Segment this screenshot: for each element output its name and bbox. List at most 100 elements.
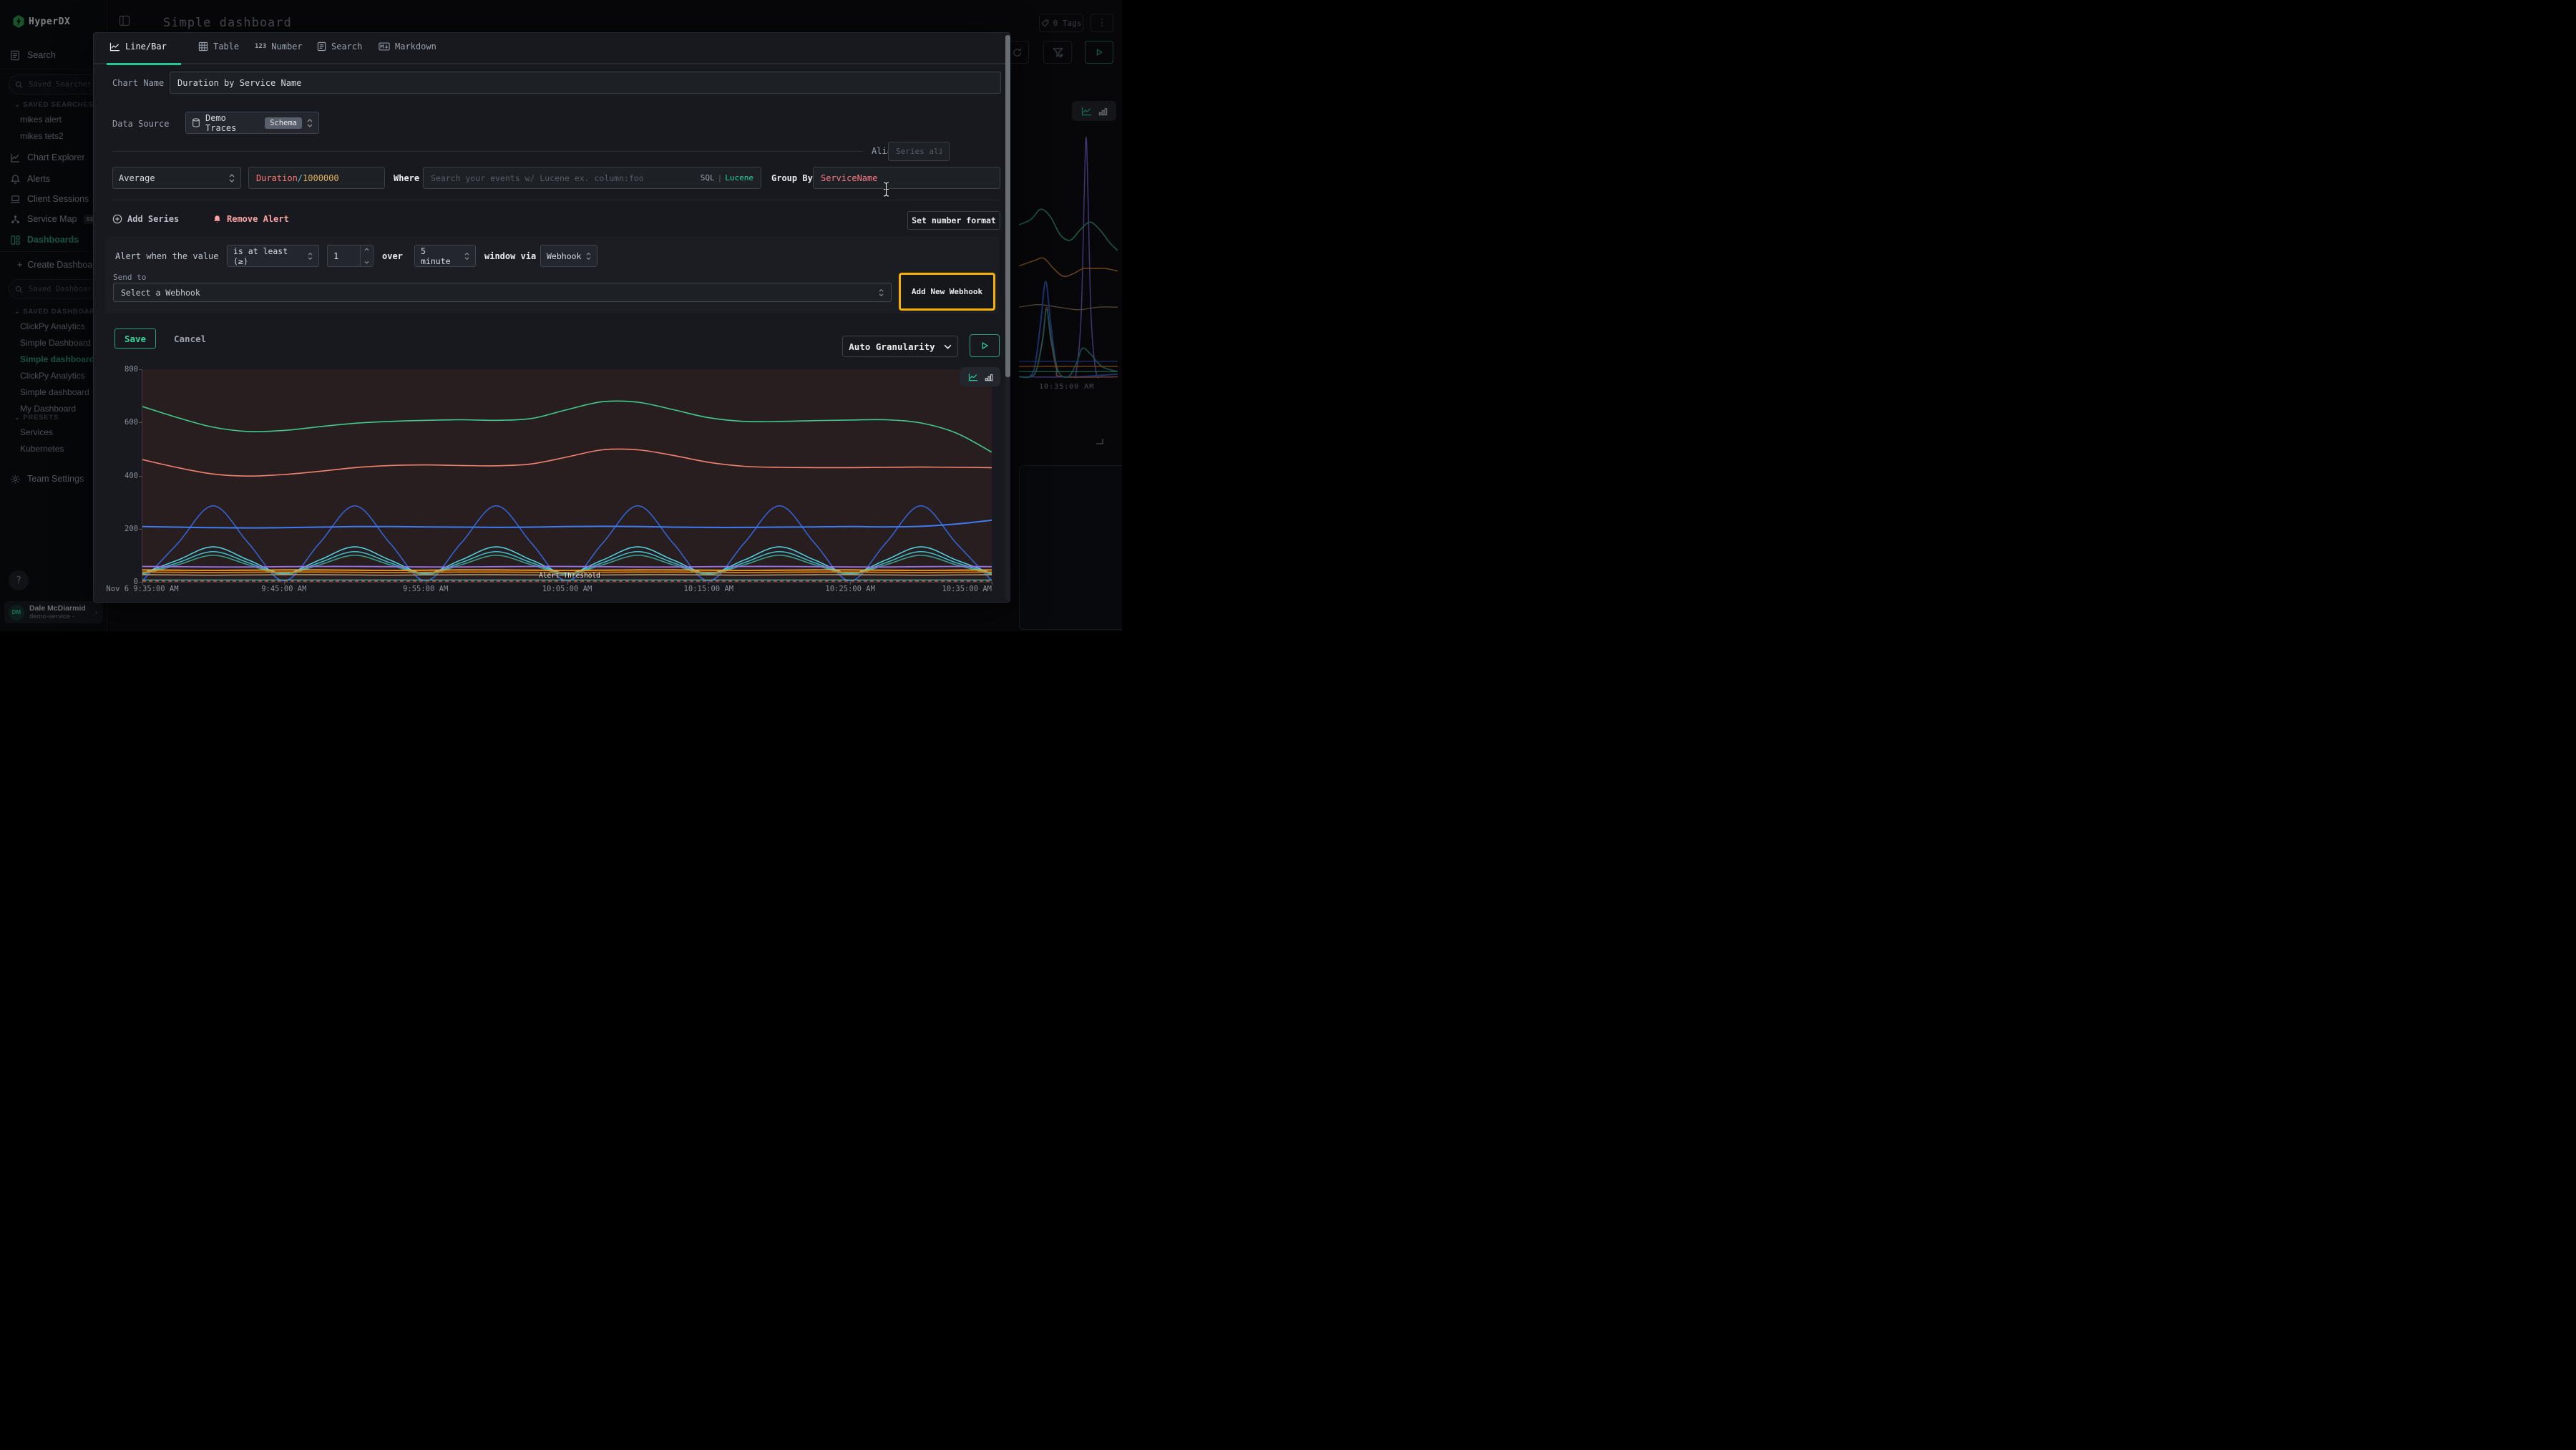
add-series-button[interactable]: Add Series (112, 214, 179, 224)
remove-alert-button[interactable]: Remove Alert (213, 214, 289, 224)
sidebar-item-service-map[interactable]: Service Map (27, 214, 77, 224)
alias-input[interactable] (888, 142, 950, 161)
granularity-select[interactable]: Auto Granularity (842, 336, 958, 357)
kebab-menu-button[interactable]: ⋮ (1091, 14, 1113, 32)
saved-dashboard-item[interactable]: ClickPy Analytics (0, 318, 107, 334)
sidebar-item-search[interactable]: Search (27, 50, 56, 60)
chevron-updown-icon (308, 252, 313, 261)
y-axis-label: 800 (112, 365, 138, 374)
help-button[interactable]: ? (9, 570, 29, 590)
webhook-select[interactable]: Select a Webhook (113, 283, 892, 302)
presets-heading[interactable]: ⌄ PRESETS (14, 414, 59, 422)
create-dashboard-button[interactable]: + Create Dashboard (17, 260, 100, 270)
chevron-updown-icon (464, 252, 469, 261)
edit-chart-modal: Line/Bar Table 123 Number Search Markdow… (93, 32, 1010, 603)
tab-markdown[interactable]: Markdown (379, 42, 436, 52)
data-source-label: Data Source (112, 119, 169, 129)
saved-dashboard-item[interactable]: ClickPy Analytics (0, 367, 107, 384)
alert-threshold-label: Alert Threshold (537, 572, 602, 580)
saved-dashboard-item[interactable]: Simple dashboard (0, 384, 107, 400)
line-chart-icon (109, 42, 120, 52)
run-query-button-bg[interactable] (1085, 41, 1113, 64)
tab-number[interactable]: 123 Number (255, 42, 303, 52)
group-by-input[interactable]: ServiceName (813, 167, 1000, 189)
chart-name-label: Chart Name (112, 78, 164, 88)
cancel-button[interactable]: Cancel (174, 334, 206, 344)
tag-icon (1041, 19, 1049, 27)
chart-series-green (142, 401, 992, 452)
bar-chart-icon[interactable] (1098, 107, 1108, 116)
tab-table[interactable]: Table (198, 42, 239, 52)
scrollbar-thumb[interactable] (1005, 35, 1010, 377)
preset-item[interactable]: Services (0, 424, 107, 440)
brand-title: HyperDX (29, 16, 70, 27)
line-chart-icon[interactable] (968, 373, 978, 381)
user-name: Dale McDiarmid (29, 605, 86, 613)
saved-searches-input[interactable] (27, 79, 92, 89)
saved-searches-searchbox[interactable] (9, 74, 99, 94)
dashboards-icon (10, 235, 21, 245)
markdown-icon (379, 42, 390, 51)
table-icon (198, 42, 208, 52)
where-search-input[interactable]: Search your events w/ Lucene ex. column:… (423, 167, 761, 189)
aggregation-select[interactable]: Average (112, 167, 241, 189)
saved-dashboard-item[interactable]: Simple Dashboard (0, 334, 107, 351)
user-menu[interactable]: DM Dale McDiarmid demo-service - › (4, 601, 103, 623)
bg-chart-type-toggle[interactable] (1072, 101, 1116, 121)
saved-search-item[interactable]: mikes alert (0, 111, 107, 127)
chevron-updown-icon (307, 118, 313, 128)
bell-icon (10, 174, 21, 185)
bg-series-tan (1019, 305, 1118, 310)
chevron-down-icon (944, 344, 952, 349)
bg-series-teal-bump (1019, 310, 1118, 377)
saved-search-item[interactable]: mikes tets2 (0, 127, 107, 144)
chart-type-toggle[interactable] (960, 367, 1000, 386)
divider (112, 151, 863, 152)
chart-series-purple (142, 566, 992, 567)
sidebar-item-alerts[interactable]: Alerts (27, 174, 50, 184)
bg-series-orange (1019, 258, 1118, 276)
plot-area[interactable] (142, 369, 992, 582)
page-title: Simple dashboard (163, 16, 292, 30)
group-by-label: Group By (771, 173, 813, 183)
bg-series-blue-bump (1019, 281, 1118, 377)
alert-threshold-input[interactable]: 1 (327, 245, 374, 267)
run-chart-button[interactable] (970, 334, 1000, 357)
query-language-toggle[interactable]: SQL|Lucene (701, 173, 753, 183)
sidebar-collapse-icon[interactable] (119, 15, 130, 26)
add-new-webhook-button[interactable]: Add New Webhook (912, 287, 982, 296)
saved-dashboards-heading[interactable]: ⌄ SAVED DASHBOARDS (14, 308, 106, 316)
bar-chart-icon[interactable] (985, 373, 993, 381)
sidebar-item-chart-explorer[interactable]: Chart Explorer (27, 152, 85, 162)
saved-dashboards-searchbox[interactable] (9, 279, 99, 299)
field-expression-input[interactable]: Duration/1000000 (248, 167, 385, 189)
sidebar-item-dashboards[interactable]: Dashboards (27, 235, 79, 245)
tab-search[interactable]: Search (317, 42, 362, 52)
data-source-select[interactable]: Demo Traces Schema (185, 112, 319, 134)
save-button[interactable]: Save (114, 329, 156, 349)
number-stepper[interactable] (360, 245, 373, 266)
chart-name-input[interactable] (170, 72, 1001, 94)
tags-button[interactable]: 0 Tags (1039, 14, 1083, 32)
background-chart (1019, 122, 1118, 379)
alert-window-select[interactable]: 5 minute (414, 245, 476, 267)
alert-comparator-select[interactable]: is at least (≥) (227, 245, 319, 267)
preset-item[interactable]: Kubernetes (0, 440, 107, 457)
saved-dashboards-input[interactable] (27, 284, 92, 294)
chevron-updown-icon (586, 252, 591, 261)
saved-searches-heading[interactable]: ⌄ SAVED SEARCHES (14, 101, 94, 109)
filter-button[interactable] (1043, 41, 1072, 64)
x-axis-label: 9:55:00 AM (403, 585, 448, 593)
set-number-format-button[interactable]: Set number format (907, 211, 1000, 230)
modal-scrollbar[interactable] (1005, 35, 1010, 600)
line-chart-icon[interactable] (1081, 107, 1092, 116)
chevron-updown-icon (229, 173, 235, 183)
x-axis-label: 10:35:00 AM (942, 585, 992, 593)
alert-channel-select[interactable]: Webhook (540, 245, 597, 267)
sidebar-item-team-settings[interactable]: Team Settings (27, 474, 84, 484)
resize-handle-icon[interactable] (1096, 439, 1103, 444)
sidebar-item-client-sessions[interactable]: Client Sessions (27, 194, 89, 204)
tab-line-bar[interactable]: Line/Bar (109, 42, 167, 52)
bg-series-green (1019, 209, 1118, 250)
saved-dashboard-item[interactable]: Simple dashboard (0, 351, 107, 367)
